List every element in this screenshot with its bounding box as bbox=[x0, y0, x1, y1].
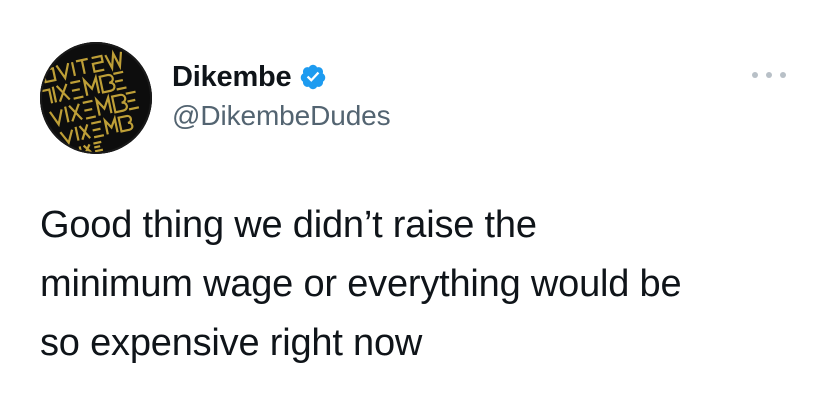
verified-badge-icon bbox=[300, 64, 325, 90]
tweet-text-line: so expensive right now bbox=[40, 322, 423, 364]
tweet-card: Dikembe @DikembeDudes Good thing we didn… bbox=[0, 0, 828, 417]
tweet-text-line: Good thing we didn’t raise the bbox=[40, 204, 537, 246]
more-dot bbox=[766, 72, 772, 78]
gold-lettering-avatar-icon bbox=[40, 42, 152, 154]
tweet-text: Good thing we didn’t raise the minimum w… bbox=[40, 196, 800, 373]
more-dot bbox=[752, 72, 758, 78]
author-name-row: Dikembe bbox=[172, 58, 327, 96]
more-options-icon[interactable] bbox=[752, 68, 786, 82]
tweet-text-line: minimum wage or everything would be bbox=[40, 263, 682, 305]
display-name[interactable]: Dikembe bbox=[172, 61, 292, 94]
user-handle[interactable]: @DikembeDudes bbox=[172, 100, 391, 132]
avatar[interactable] bbox=[40, 42, 152, 154]
more-dot bbox=[780, 72, 786, 78]
